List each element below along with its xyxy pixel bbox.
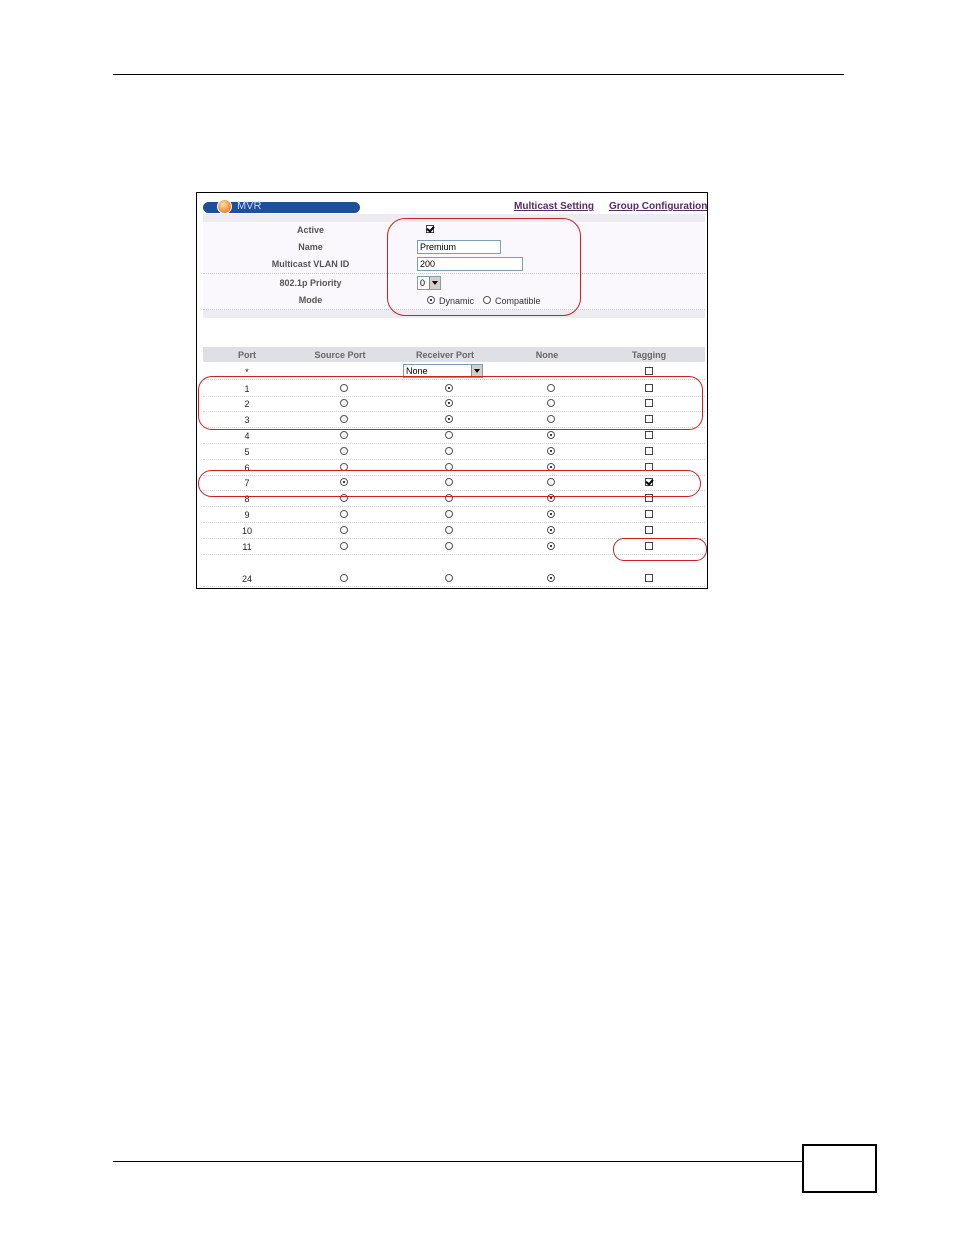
- col-tagging-header: Tagging: [631, 350, 667, 360]
- receiver-port-radio[interactable]: [445, 510, 453, 518]
- annotation-config-circle: [387, 218, 581, 316]
- tagging-checkbox[interactable]: [645, 526, 653, 534]
- port-number: 5: [244, 447, 250, 457]
- port-number: 10: [241, 526, 253, 536]
- receiver-port-radio[interactable]: [445, 526, 453, 534]
- port-number: 11: [242, 542, 252, 552]
- none-radio[interactable]: [547, 447, 555, 455]
- table-row: 5: [203, 444, 705, 460]
- page-footer-rule: [113, 1161, 803, 1162]
- col-source-header: Source Port: [314, 350, 366, 360]
- tagging-checkbox[interactable]: [645, 431, 653, 439]
- port-number: 24: [241, 574, 253, 584]
- port-number: 9: [244, 510, 250, 520]
- table-row: 4: [203, 428, 705, 444]
- annotation-source-circle: [198, 470, 701, 497]
- none-radio[interactable]: [547, 431, 555, 439]
- tagging-all-checkbox[interactable]: [645, 367, 653, 375]
- receiver-port-radio[interactable]: [445, 447, 453, 455]
- receiver-port-radio[interactable]: [445, 431, 453, 439]
- none-radio[interactable]: [547, 526, 555, 534]
- tagging-checkbox[interactable]: [645, 574, 653, 582]
- table-row: 24: [203, 571, 705, 587]
- receiver-all-value: None: [406, 366, 428, 376]
- col-none-header: None: [535, 350, 559, 360]
- source-port-radio[interactable]: [340, 526, 348, 534]
- page-header-rule: [113, 74, 844, 75]
- name-label: Name: [298, 242, 323, 252]
- col-receiver-header: Receiver Port: [415, 350, 475, 360]
- tagging-checkbox[interactable]: [645, 510, 653, 518]
- receiver-port-radio[interactable]: [445, 574, 453, 582]
- source-port-radio[interactable]: [340, 574, 348, 582]
- mvr-title-bar: MVR: [203, 199, 360, 214]
- source-port-radio[interactable]: [340, 431, 348, 439]
- annotation-receiver-circle: [198, 376, 703, 430]
- none-radio[interactable]: [547, 510, 555, 518]
- none-radio[interactable]: [547, 574, 555, 582]
- priority-label: 802.1p Priority: [279, 278, 342, 288]
- source-port-radio[interactable]: [340, 510, 348, 518]
- none-radio[interactable]: [547, 542, 555, 550]
- page-title: MVR: [237, 200, 262, 212]
- multicast-setting-link[interactable]: Multicast Setting: [514, 201, 594, 212]
- col-port-header: Port: [238, 350, 256, 360]
- source-port-radio[interactable]: [340, 542, 348, 550]
- tagging-checkbox[interactable]: [645, 447, 653, 455]
- mvr-screenshot: MVR Multicast Setting Group Configuratio…: [196, 192, 708, 589]
- group-configuration-link[interactable]: Group Configuration: [609, 201, 707, 212]
- table-header: Port Source Port Receiver Port None Tagg…: [203, 347, 705, 362]
- receiver-port-radio[interactable]: [445, 542, 453, 550]
- port-number: 4: [244, 431, 250, 441]
- mode-label: Mode: [298, 295, 323, 305]
- table-row: 9: [203, 507, 705, 523]
- table-row: 10: [203, 523, 705, 539]
- active-label: Active: [296, 225, 324, 235]
- page-number-box: [802, 1144, 877, 1193]
- source-port-radio[interactable]: [340, 447, 348, 455]
- vlan-label: Multicast VLAN ID: [271, 259, 350, 269]
- annotation-tagging-circle: [613, 538, 707, 561]
- title-orb-icon: [217, 199, 232, 214]
